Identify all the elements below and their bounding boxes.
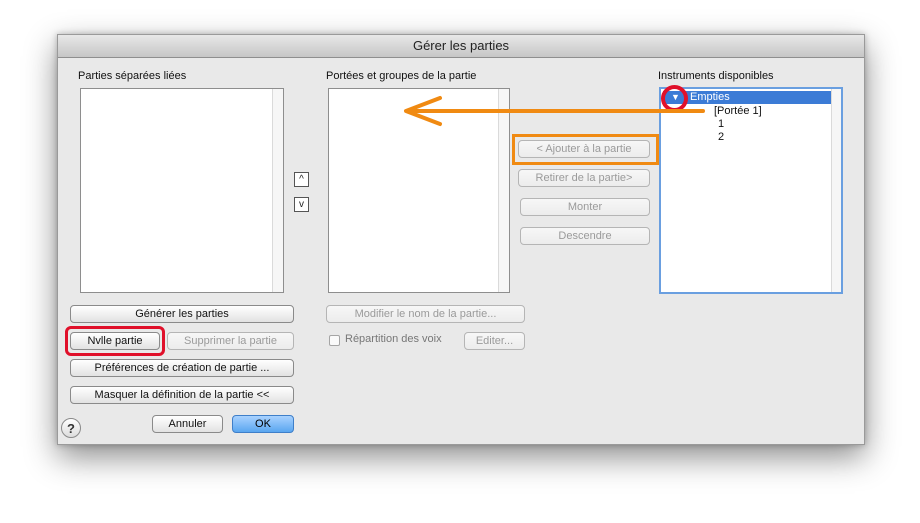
- orange-arrow-annotation: [404, 96, 705, 126]
